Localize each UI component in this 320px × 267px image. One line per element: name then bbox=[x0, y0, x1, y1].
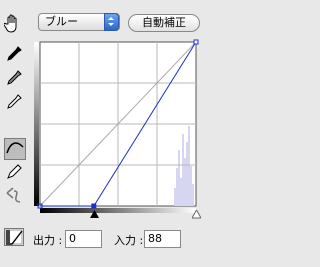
smooth-icon[interactable] bbox=[4, 187, 24, 205]
white-eyedropper-icon[interactable] bbox=[6, 94, 22, 112]
chevron-updown-icon bbox=[104, 13, 119, 31]
curve-point-end bbox=[193, 39, 199, 45]
auto-button[interactable]: 自動補正 bbox=[128, 14, 200, 32]
channel-select-value: ブルー bbox=[45, 15, 78, 28]
input-label: 入力 : bbox=[114, 234, 144, 247]
pencil-tool-icon[interactable] bbox=[4, 162, 26, 184]
output-label: 出力 : bbox=[33, 234, 63, 247]
input-field[interactable]: 88 bbox=[144, 230, 181, 248]
hand-icon[interactable] bbox=[3, 14, 22, 34]
black-point-slider[interactable] bbox=[90, 208, 99, 218]
white-point-slider[interactable] bbox=[191, 208, 202, 219]
channel-select[interactable]: ブルー bbox=[38, 13, 120, 31]
graph-options-icon[interactable] bbox=[4, 228, 24, 246]
input-gradient-bar bbox=[40, 208, 196, 213]
curve-tool-icon[interactable] bbox=[4, 138, 26, 160]
output-field[interactable]: 0 bbox=[65, 230, 102, 248]
black-eyedropper-icon[interactable] bbox=[6, 46, 22, 64]
gray-eyedropper-icon[interactable] bbox=[6, 70, 22, 88]
output-gradient-bar bbox=[34, 42, 39, 206]
curves-graph[interactable] bbox=[34, 38, 206, 214]
